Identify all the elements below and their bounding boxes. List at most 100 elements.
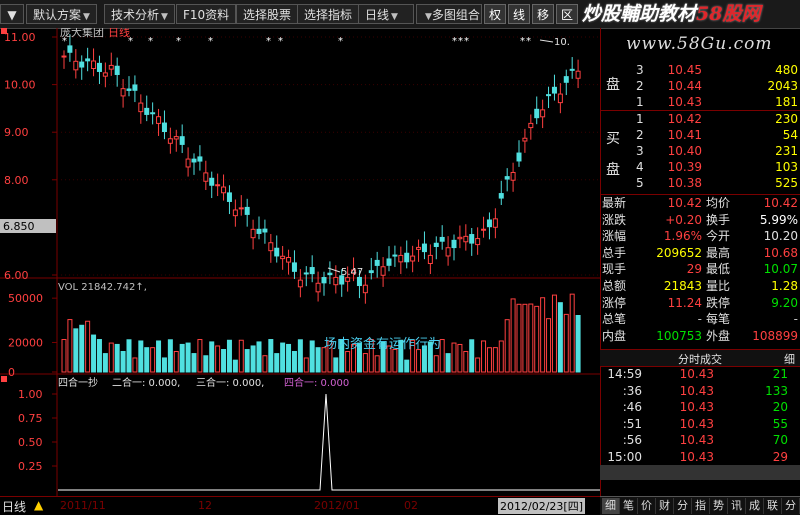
btn-yi[interactable]: 移 bbox=[532, 4, 554, 24]
menu-default-scheme-label: 默认方案 bbox=[33, 8, 82, 22]
sell-level-row[interactable]: 2 10.44 2043 bbox=[600, 79, 800, 93]
volume-bar bbox=[280, 342, 286, 373]
warning-icon[interactable]: ▲ bbox=[34, 498, 43, 512]
quote-row[interactable]: 涨停 11.24 跌停 9.20 bbox=[600, 296, 800, 310]
menu-tech-analysis-label: 技术分析 bbox=[111, 8, 160, 22]
bottom-tab[interactable]: 笔 bbox=[620, 498, 638, 514]
volume-bar bbox=[463, 350, 469, 373]
btn-qu[interactable]: 区 bbox=[556, 4, 578, 24]
tick-row[interactable]: :51 10.43 55 bbox=[600, 417, 800, 431]
tick-row[interactable]: 14:59 10.43 21 bbox=[600, 367, 800, 381]
tick-row[interactable]: :56 10.43 70 bbox=[600, 433, 800, 447]
quote-row[interactable]: 总额 21843 量比 1.28 bbox=[600, 279, 800, 293]
tick-price: 10.43 bbox=[679, 433, 714, 447]
bottom-tab[interactable]: 指 bbox=[692, 498, 710, 514]
price-axis: 11.00 10.00 9.00 8.00 6.00 bbox=[4, 31, 57, 282]
tick-price: 10.43 bbox=[679, 449, 714, 464]
menu-pick-stock[interactable]: 选择股票 bbox=[236, 4, 299, 24]
volume-bar bbox=[274, 353, 280, 373]
volume-bar bbox=[173, 351, 179, 373]
quote-value-1: 100753 bbox=[656, 328, 702, 343]
buy-level-row[interactable]: 1 10.42 230 bbox=[600, 112, 800, 126]
signal-star-icon: * bbox=[526, 36, 531, 47]
quote-key-2: 每笔 bbox=[706, 312, 731, 327]
candle-body bbox=[262, 228, 268, 233]
quote-key-1: 总笔 bbox=[602, 312, 627, 327]
candle-body bbox=[138, 102, 144, 113]
chart-area[interactable]: 11.00 10.00 9.00 8.00 6.00 * * * * * * * * * * * * * 500… bbox=[0, 25, 601, 496]
quote-key-2: 今开 bbox=[706, 229, 731, 244]
menu-f10[interactable]: F10资料 bbox=[176, 4, 237, 24]
quote-row[interactable]: 总笔 - 每笔 - bbox=[600, 312, 800, 326]
bottom-tab[interactable]: 财 bbox=[656, 498, 674, 514]
tick-time: :51 bbox=[622, 416, 642, 431]
quote-value-2: 9.20 bbox=[771, 295, 798, 310]
buy-level-row[interactable]: 2 10.41 54 bbox=[600, 128, 800, 142]
quote-row[interactable]: 现手 29 最低 10.07 bbox=[600, 262, 800, 276]
btn-quan[interactable]: 权 bbox=[484, 4, 506, 24]
menu-pick-indicator[interactable]: 选择指标 bbox=[297, 4, 360, 24]
dropdown-arrow-icon: ▼ bbox=[425, 12, 432, 22]
quote-value-1: 29 bbox=[686, 262, 702, 277]
menu-icon[interactable]: ▼ bbox=[0, 4, 24, 24]
tick-time: :36 bbox=[622, 383, 642, 398]
quote-row[interactable]: 最新 10.42 均价 10.42 bbox=[600, 196, 800, 210]
buy-level-row[interactable]: 3 10.40 231 bbox=[600, 144, 800, 158]
btn-xian[interactable]: 线 bbox=[508, 4, 530, 24]
vol-tick-label: 50000 bbox=[8, 292, 43, 305]
menu-tech-analysis[interactable]: 技术分析 ▼ bbox=[104, 4, 175, 24]
candle-body bbox=[410, 255, 416, 262]
price-tick-label: 6.00 bbox=[4, 269, 29, 282]
bottom-tab[interactable]: 价 bbox=[638, 498, 656, 514]
quote-key-2: 换手 bbox=[706, 212, 731, 227]
menu-default-scheme[interactable]: 默认方案 ▼ bbox=[26, 4, 97, 24]
bottom-tab[interactable]: 成 bbox=[746, 498, 764, 514]
panel-marker-icon[interactable] bbox=[1, 28, 7, 34]
quote-value-1: 209652 bbox=[656, 245, 702, 260]
tick-row[interactable]: :46 10.43 20 bbox=[600, 400, 800, 414]
menu-multi-chart[interactable]: ▼多图组合 bbox=[416, 4, 482, 24]
bottom-tab[interactable]: 讯 bbox=[728, 498, 746, 514]
candle-body bbox=[528, 122, 534, 129]
buy-level-row[interactable]: 4 10.39 103 bbox=[600, 160, 800, 174]
volume-bar bbox=[563, 313, 569, 373]
quote-key-1: 总手 bbox=[602, 245, 627, 260]
sell-level-row[interactable]: 3 10.45 480 bbox=[600, 63, 800, 77]
signal-star-icon: * bbox=[278, 36, 283, 47]
candle-body bbox=[238, 207, 244, 210]
quote-row[interactable]: 内盘 100753 外盘 108899 bbox=[600, 329, 800, 343]
volume-bar bbox=[457, 343, 463, 373]
volume-bar bbox=[546, 318, 552, 373]
panel-marker-icon[interactable] bbox=[1, 376, 7, 382]
signal-star-icon: * bbox=[464, 36, 469, 47]
candle-body bbox=[356, 276, 362, 287]
buy-level-row[interactable]: 5 10.38 525 bbox=[600, 176, 800, 190]
kline-chart-svg[interactable]: 11.00 10.00 9.00 8.00 6.00 * * * * * * * * * * * * * 500… bbox=[0, 25, 600, 496]
candle-body bbox=[516, 152, 522, 162]
menu-period[interactable]: 日线 ▼ bbox=[358, 4, 414, 24]
tick-row[interactable]: :36 10.43 133 bbox=[600, 384, 800, 398]
bottom-tab[interactable]: 分 bbox=[674, 498, 692, 514]
bottom-tab[interactable]: 联 bbox=[764, 498, 782, 514]
bottom-tab[interactable]: 势 bbox=[710, 498, 728, 514]
volume-bar bbox=[126, 339, 132, 373]
vol-tick-label: 0 bbox=[8, 366, 15, 379]
sell-level-row[interactable]: 1 10.43 181 bbox=[600, 95, 800, 109]
volume-bar bbox=[161, 357, 167, 373]
signal-star-icon: * bbox=[520, 36, 525, 47]
tick-volume: 20 bbox=[772, 400, 788, 414]
volume-bar bbox=[138, 340, 144, 373]
volume-bar bbox=[96, 339, 102, 373]
tick-row[interactable]: 15:00 10.43 29 bbox=[600, 450, 800, 464]
candlesticks bbox=[61, 34, 581, 304]
candle-body bbox=[61, 55, 67, 58]
quote-row[interactable]: 涨幅 1.96% 今开 10.20 bbox=[600, 229, 800, 243]
candle-body bbox=[398, 254, 404, 263]
bottom-tab[interactable]: 分 bbox=[782, 498, 800, 514]
quote-row[interactable]: 总手 209652 最高 10.68 bbox=[600, 246, 800, 260]
quote-row[interactable]: 涨跌 +0.20 换手 5.99% bbox=[600, 213, 800, 227]
candle-body bbox=[120, 88, 126, 97]
bottom-tab[interactable]: 细 bbox=[602, 498, 620, 514]
ticks-detail-tab[interactable]: 细 bbox=[784, 351, 795, 367]
orderbook-divider bbox=[600, 194, 800, 195]
